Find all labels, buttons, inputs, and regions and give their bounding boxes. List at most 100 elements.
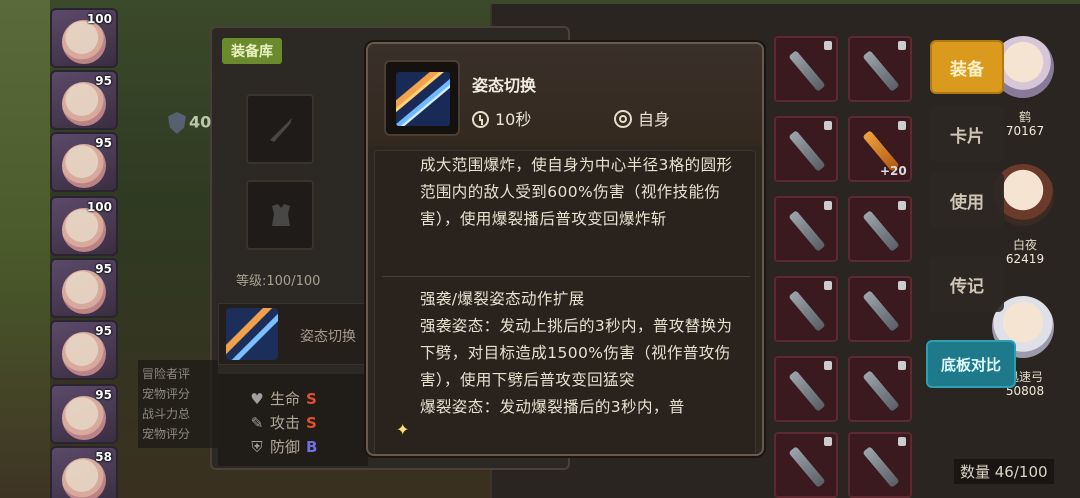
lock-icon [824,121,832,130]
hero-tile[interactable]: 58 [50,446,118,498]
lock-icon [898,437,906,446]
enhance-level: +20 [880,164,907,178]
hero-portrait [62,332,106,376]
hero-level: 95 [95,388,112,402]
sword-icon: ✎ [250,414,264,432]
hero-level: 58 [95,450,112,464]
inventory-slot[interactable] [774,116,838,182]
sword-icon [788,50,826,92]
divider [382,276,750,277]
stance-switch-skill-icon [226,308,278,360]
lock-icon [824,437,832,446]
lock-icon [898,41,906,50]
hero-portrait [62,208,106,252]
inventory-slot[interactable] [848,276,912,342]
weapon-slot[interactable] [246,94,314,164]
sparkle-icon: ✦ [396,420,410,439]
inventory-count: 数量 46/100 [954,459,1054,484]
hero-level: 95 [95,324,112,338]
equipment-level: 等级:100/100 [236,274,321,289]
hero-tile[interactable]: 95 [50,320,118,380]
lock-icon [824,361,832,370]
skill-description-part1: 成大范围爆炸，使自身为中心半径3格的圆形范围内的敌人受到600%伤害（视作技能伤… [420,156,733,228]
shield-icon: ⛨ [251,438,263,456]
sword-icon [862,370,900,412]
armor-slot[interactable] [246,180,314,250]
skill-icon-frame [384,60,460,136]
sword-icon [788,290,826,332]
hero-level: 95 [95,262,112,276]
hero-level: 100 [86,12,112,26]
sword-icon [270,118,292,142]
stat-attack: ✎ 攻击 S [250,414,317,432]
sword-icon [788,210,826,252]
inventory-slot[interactable] [774,432,838,498]
power-value: 40 [189,112,212,132]
skill-cooldown: 10秒 [472,106,531,130]
skill-description-part2: 强袭/爆裂姿态动作扩展 强袭姿态：发动上挑后的3秒内，普攻替换为下劈，对目标造成… [420,290,733,416]
skill-row-name: 姿态切换 [300,329,356,345]
rating-summary: 冒险者评 宠物评分 战斗力总 宠物评分 [138,360,218,448]
hero-roster: 100 95 95 100 95 95 95 58 [0,0,122,498]
armor-icon [272,204,290,226]
lock-icon [898,281,906,290]
target-icon [614,110,632,128]
shield-icon [168,112,186,134]
hero-portrait [62,20,106,64]
combat-power: 40 [168,112,211,134]
hero-level: 95 [95,74,112,88]
hero-level: 95 [95,136,112,150]
stat-hp: ♥ 生命 S [250,390,317,408]
inventory-slot[interactable] [848,36,912,102]
inventory-slot[interactable] [848,196,912,262]
inventory-slot[interactable] [774,196,838,262]
skill-name: 姿态切换 [472,76,537,95]
lock-icon [824,281,832,290]
lock-icon [898,361,906,370]
inventory-slot[interactable]: +20 [848,116,912,182]
hero-portrait [62,458,106,498]
equip-button[interactable]: 装备 [930,40,1004,94]
clock-icon [472,111,489,128]
skill-tooltip: 姿态切换 10秒 自身 成大范围爆炸，使自身为中心半径3格的圆形范围内的敌人受到… [366,42,764,456]
hero-tile[interactable]: 100 [50,8,118,68]
character-name: 白夜 [1012,238,1037,252]
use-button[interactable]: 使用 [930,172,1004,228]
lock-icon [898,201,906,210]
hero-portrait [62,82,106,126]
sword-icon [862,290,900,332]
sword-icon [862,210,900,252]
biography-button[interactable]: 传记 [930,256,1004,312]
inventory-slot[interactable] [774,356,838,422]
sword-icon [788,446,826,488]
skill-target: 自身 [614,106,670,130]
hero-tile[interactable]: 100 [50,196,118,256]
hero-portrait [62,144,106,188]
game-screen: 100 95 95 100 95 95 95 58 +20 鹤 70167 白夜… [0,0,1080,498]
storage-tab[interactable]: 装备库 [222,38,282,64]
inventory-slot[interactable] [774,36,838,102]
sword-icon [788,370,826,412]
sword-icon [862,50,900,92]
hero-portrait [62,270,106,314]
hero-tile[interactable]: 95 [50,258,118,318]
lock-icon [824,201,832,210]
card-button[interactable]: 卡片 [930,106,1004,162]
inventory-slot[interactable] [774,276,838,342]
inventory-slot[interactable] [848,356,912,422]
world-map-edge [0,0,50,498]
stance-switch-skill-icon [396,72,450,126]
sword-icon [788,130,826,172]
inventory-slot[interactable] [848,432,912,498]
lock-icon [898,121,906,130]
sword-icon [862,446,900,488]
compare-button[interactable]: 底板对比 [926,340,1016,388]
lock-icon [824,41,832,50]
heart-icon: ♥ [250,390,264,408]
hero-portrait [62,396,106,440]
hero-tile[interactable]: 95 [50,132,118,192]
hero-tile[interactable]: 95 [50,384,118,444]
hero-tile[interactable]: 95 [50,70,118,130]
stat-defense: ⛨ 防御 B [251,438,318,456]
hero-level: 100 [86,200,112,214]
